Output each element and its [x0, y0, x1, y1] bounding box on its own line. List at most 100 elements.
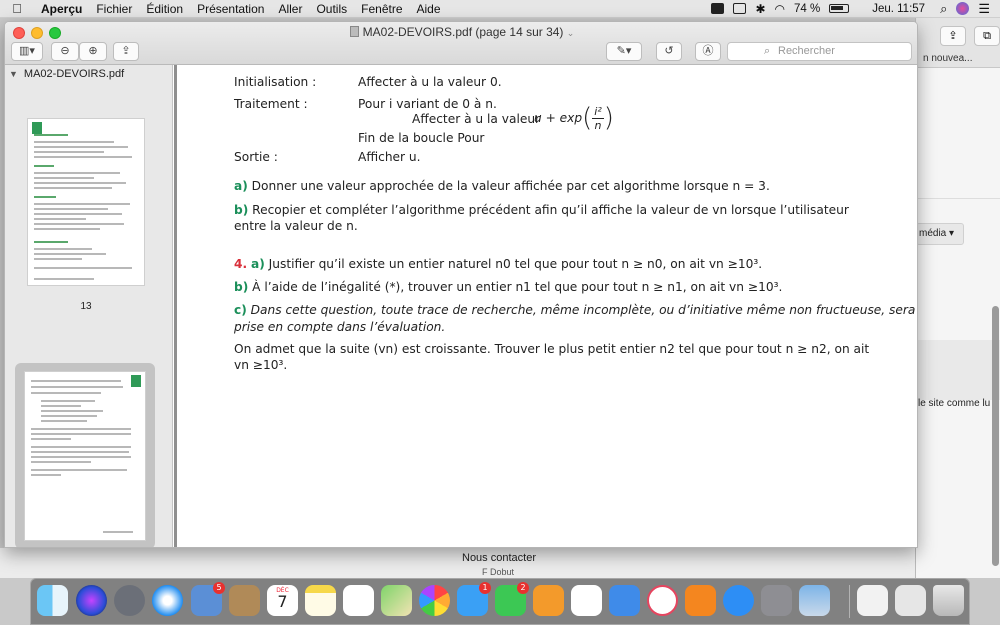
- page-label-13[interactable]: 13: [76, 301, 96, 312]
- media-dropdown-button[interactable]: média ▾: [916, 223, 964, 245]
- algo-sortie-text: Afficher u.: [358, 150, 421, 164]
- exercise-4a-label: a): [251, 257, 265, 271]
- close-paren: ): [603, 103, 614, 133]
- thumbnail-line: [34, 258, 82, 260]
- algo-init-text: Affecter à u la valeur 0.: [358, 75, 502, 89]
- thumbnail-line: [41, 415, 97, 417]
- airplay-icon[interactable]: [733, 3, 747, 14]
- app-store-icon[interactable]: [723, 585, 754, 616]
- spotlight-icon[interactable]: ⌕: [940, 1, 947, 17]
- thumbnail-line: [34, 141, 114, 143]
- notes-icon[interactable]: [305, 585, 336, 616]
- menu-aide[interactable]: Aide: [410, 2, 448, 16]
- calendar-icon[interactable]: DÉC 7: [267, 585, 298, 616]
- page-thumbnail-14[interactable]: [24, 371, 146, 541]
- reminders-icon[interactable]: [343, 585, 374, 616]
- site-text: le site comme lu: [918, 398, 991, 409]
- browser-tabs-button[interactable]: ⧉: [974, 26, 1000, 46]
- markup-pen-button[interactable]: ✎▾: [606, 42, 642, 61]
- pages-icon[interactable]: [533, 585, 564, 616]
- clock[interactable]: Jeu. 11:57: [872, 3, 925, 15]
- menu-edition[interactable]: Édition: [139, 2, 190, 16]
- exercise-4c-line1: Dans cette question, toute trace de rech…: [250, 303, 916, 317]
- battery-icon[interactable]: [829, 4, 850, 13]
- thumbnail-badge: [32, 122, 42, 134]
- preview-icon[interactable]: [799, 585, 830, 616]
- thumbnail-line: [103, 531, 133, 533]
- siri-icon[interactable]: [76, 585, 107, 616]
- zoom-out-button[interactable]: ⊖: [51, 42, 79, 61]
- thumbnail-line: [34, 218, 86, 220]
- thumbnail-line: [34, 151, 104, 153]
- keynote-icon[interactable]: [609, 585, 640, 616]
- sidebar-toggle-button[interactable]: ▥▾: [11, 42, 43, 61]
- thumbnail-line: [31, 446, 131, 448]
- finder-icon[interactable]: [37, 585, 68, 616]
- notification-center-icon[interactable]: ☰: [978, 1, 990, 17]
- disclosure-triangle-icon[interactable]: ▼: [9, 69, 18, 79]
- footer-fragment: F Dobut: [482, 567, 515, 577]
- contacts-icon[interactable]: [229, 585, 260, 616]
- itunes-icon[interactable]: [647, 585, 678, 616]
- thumbnail-line: [34, 156, 132, 158]
- thumbnail-line: [31, 461, 91, 463]
- thumbnail-line: [34, 228, 100, 230]
- browser-share-button[interactable]: ⇪: [940, 26, 966, 46]
- photos-icon[interactable]: [419, 585, 450, 616]
- menu-fenetre[interactable]: Fenêtre: [354, 2, 409, 16]
- system-preferences-icon[interactable]: [761, 585, 792, 616]
- safari-icon[interactable]: [152, 585, 183, 616]
- window-title[interactable]: MA02-DEVOIRS.pdf (page 14 sur 34): [363, 25, 564, 39]
- menu-presentation[interactable]: Présentation: [190, 2, 271, 16]
- markup-toolbar-button[interactable]: Ⓐ: [695, 42, 721, 61]
- open-paren: (: [582, 103, 593, 133]
- bluetooth-icon[interactable]: ✱: [755, 2, 765, 16]
- browser-toolbar: ⇪ ⧉ n nouvea...: [916, 18, 1000, 68]
- search-placeholder: Rechercher: [778, 45, 835, 57]
- question-a-label: a): [234, 179, 248, 193]
- thumbnail-line: [31, 451, 129, 453]
- menubar-app-icon[interactable]: [711, 3, 725, 14]
- siri-menubar-icon[interactable]: [956, 2, 970, 15]
- maps-icon[interactable]: [381, 585, 412, 616]
- sidebar-document-name: MA02-DEVOIRS.pdf: [23, 68, 125, 80]
- trash-icon[interactable]: [933, 585, 964, 616]
- launchpad-icon[interactable]: [114, 585, 145, 616]
- thumbnail-line: [41, 420, 87, 422]
- menu-outils[interactable]: Outils: [309, 2, 354, 16]
- thumbnail-line: [31, 380, 121, 382]
- page-thumbnail-13[interactable]: [27, 118, 145, 286]
- numbers-icon[interactable]: [571, 585, 602, 616]
- mail-badge: 5: [213, 582, 225, 594]
- thumbnail-line: [31, 474, 61, 476]
- fraction-numerator: i²: [592, 104, 604, 119]
- menu-aller[interactable]: Aller: [271, 2, 309, 16]
- contact-link[interactable]: Nous contacter: [462, 552, 536, 564]
- chevron-down-icon[interactable]: ⌄: [567, 28, 575, 38]
- ibooks-icon[interactable]: [685, 585, 716, 616]
- thumbnail-line: [31, 433, 131, 435]
- apple-icon[interactable]: : [0, 1, 34, 16]
- dock-separator: [849, 585, 850, 618]
- menu-fichier[interactable]: Fichier: [89, 2, 139, 16]
- browser-tab[interactable]: n nouvea...: [916, 50, 1000, 68]
- browser-scrollbar[interactable]: [992, 306, 999, 566]
- battery-percent[interactable]: 74 %: [794, 3, 820, 15]
- documents-stack-icon[interactable]: [857, 585, 888, 616]
- search-field[interactable]: ⌕ Rechercher: [727, 42, 912, 61]
- thumbnail-line: [34, 267, 132, 269]
- wifi-icon[interactable]: ◠: [775, 2, 785, 16]
- rotate-button[interactable]: ↺: [656, 42, 682, 61]
- question-b: b) Recopier et compléter l’algorithme pr…: [234, 203, 849, 217]
- sidebar-document-header[interactable]: ▼ MA02-DEVOIRS.pdf: [9, 68, 124, 80]
- calendar-day: 7: [277, 592, 288, 611]
- thumbnail-line: [34, 134, 68, 136]
- thumbnail-line: [31, 438, 71, 440]
- downloads-stack-icon[interactable]: [895, 585, 926, 616]
- thumbnail-line: [41, 410, 103, 412]
- question-a-text: Donner une valeur approchée de la valeur…: [251, 179, 770, 193]
- menu-app-name[interactable]: Aperçu: [34, 2, 89, 16]
- zoom-in-button[interactable]: ⊕: [79, 42, 107, 61]
- share-button[interactable]: ⇪: [113, 42, 139, 61]
- menu-bar:  Aperçu Fichier Édition Présentation Al…: [0, 0, 1000, 18]
